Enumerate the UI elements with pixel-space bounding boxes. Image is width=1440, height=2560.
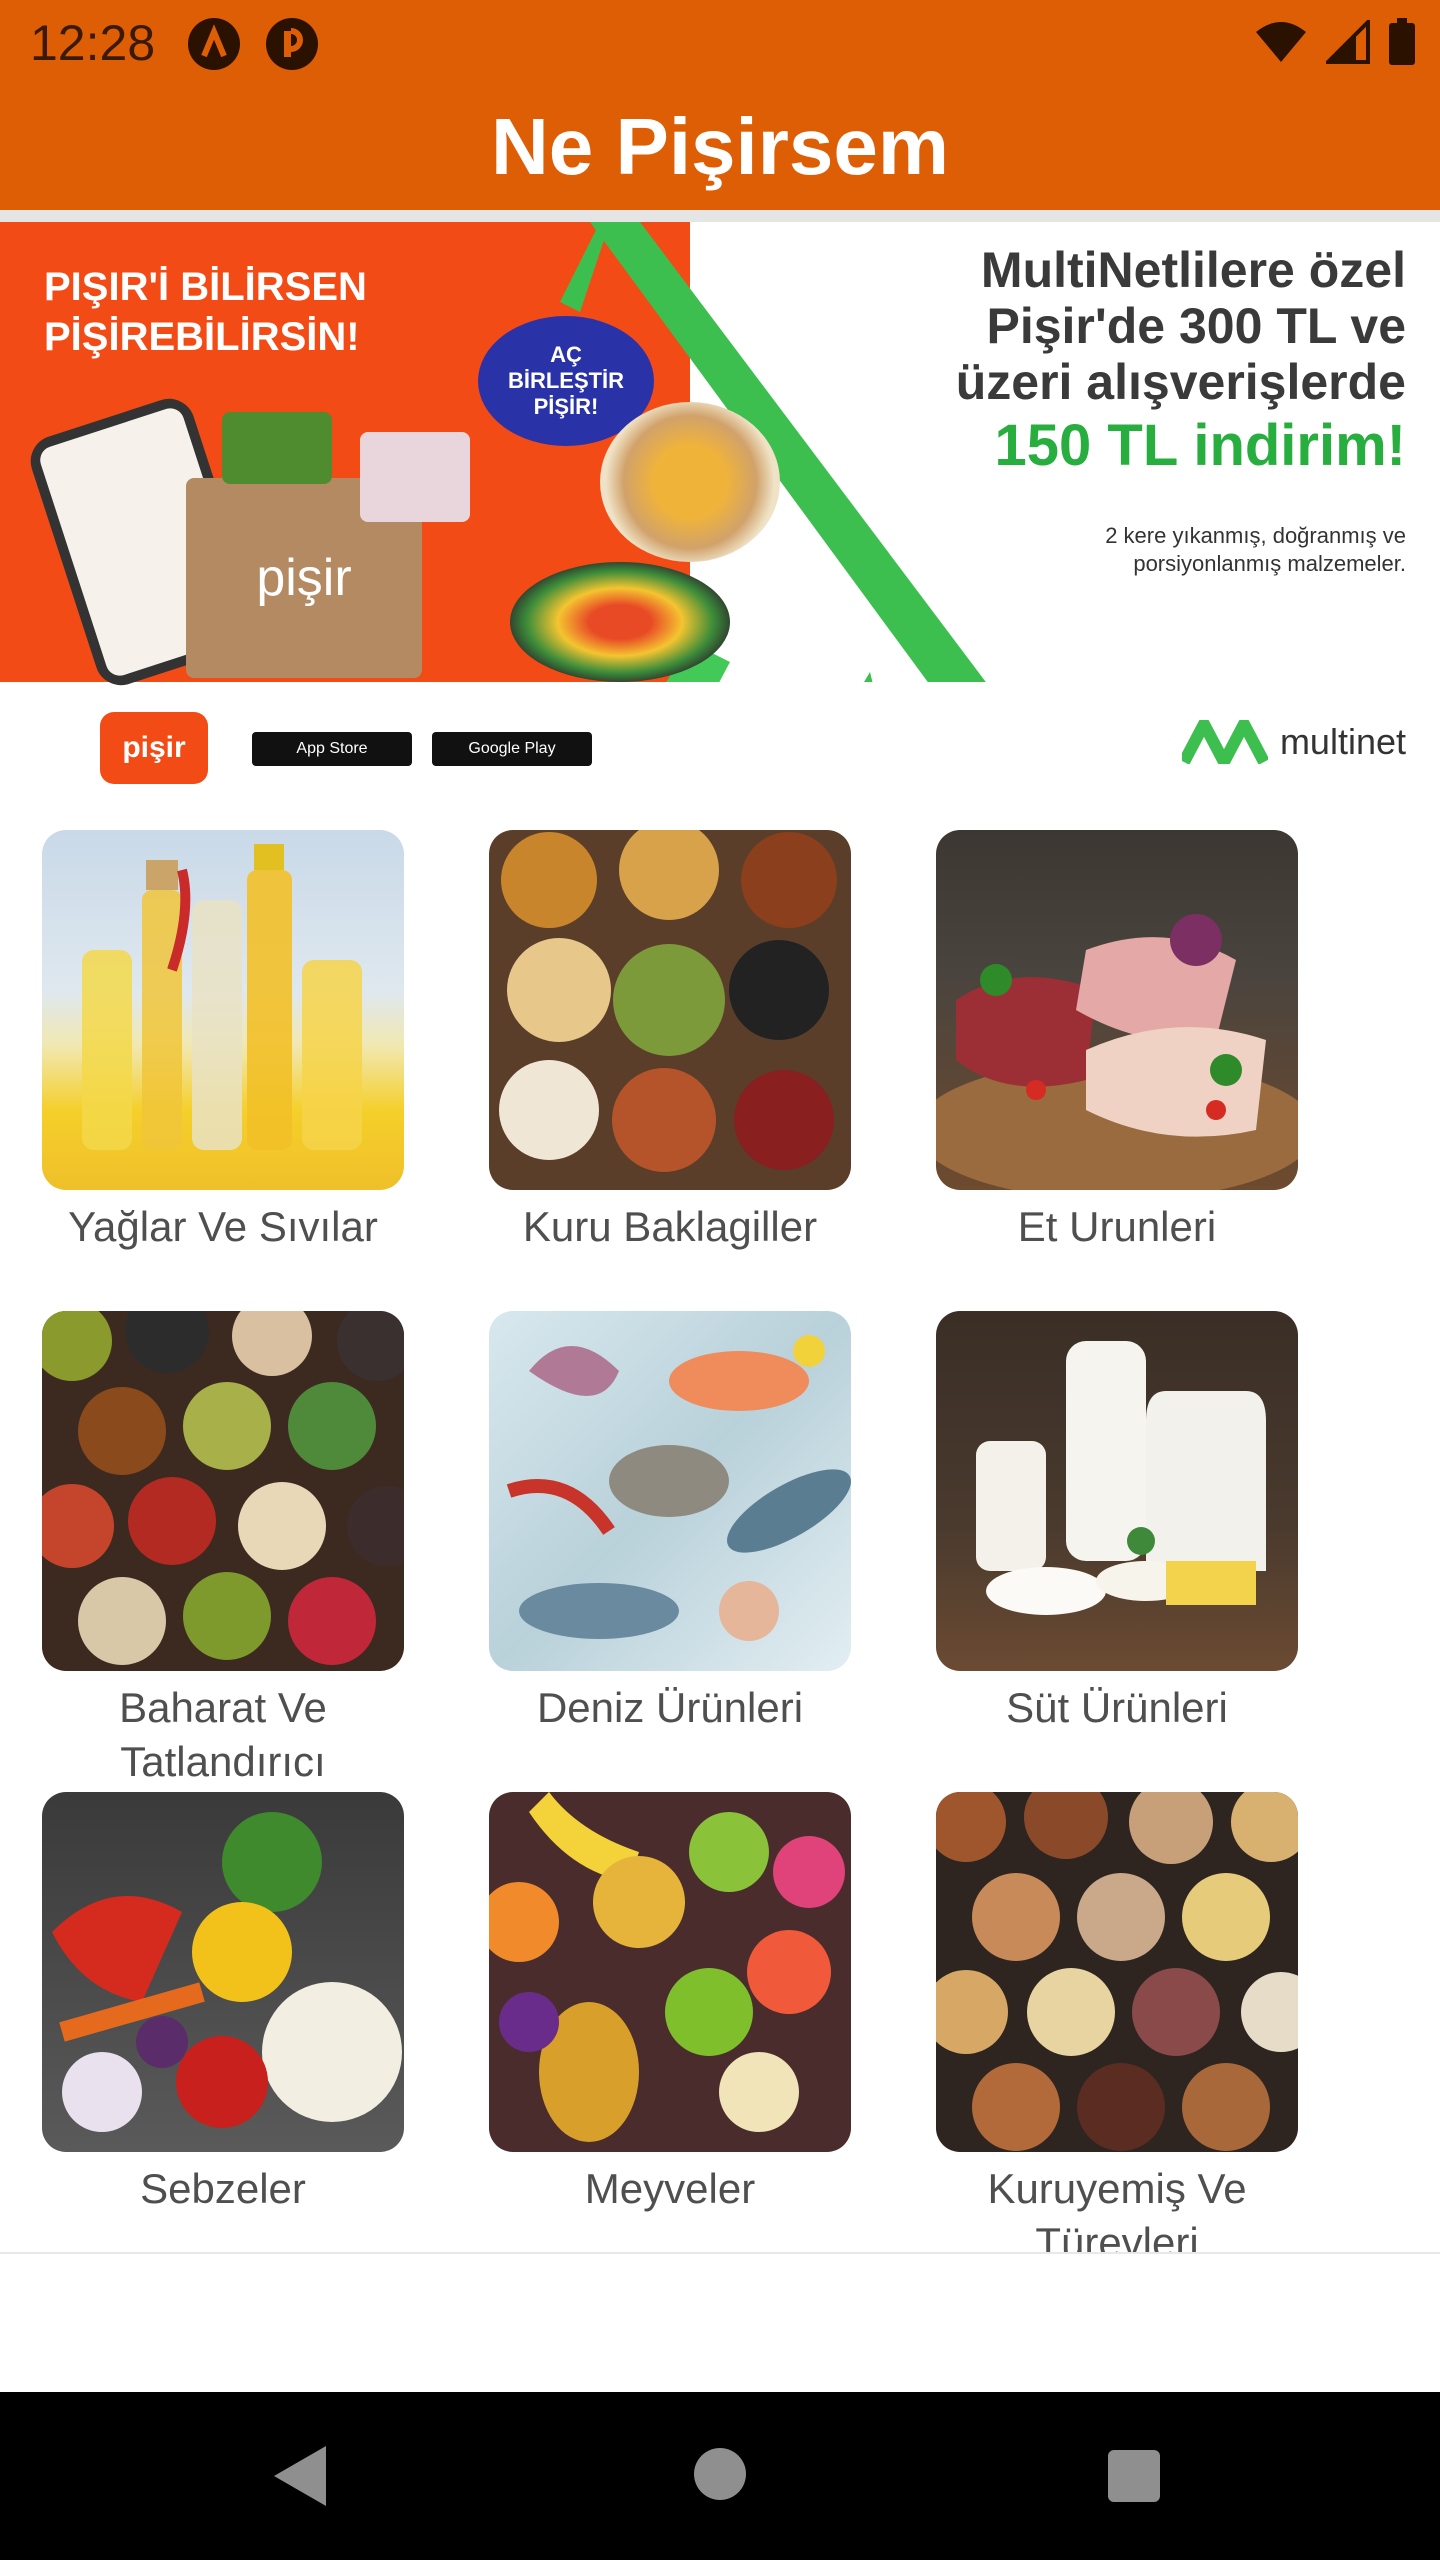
page-title: Ne Pişirsem [490, 102, 950, 191]
category-label: Sebzeler [140, 2165, 306, 2212]
banner-headline-line1: PIŞIR'İ BİLİRSEN [44, 265, 367, 309]
category-tile[interactable]: Yağlar Ve Sıvılar [42, 830, 404, 1254]
google-play-badge: Google Play [432, 732, 592, 766]
badge-line2: BİRLEŞTİR [507, 368, 625, 393]
status-bar: 12:28 [0, 0, 1440, 84]
category-tile[interactable]: Et Urunleri [936, 830, 1298, 1254]
offer-line1: MultiNetlilere özel [980, 242, 1406, 298]
back-icon[interactable] [274, 2446, 326, 2506]
banner-note: 2 kere yıkanmış, doğranmış ve porsiyonla… [1105, 522, 1406, 578]
legumes-image [489, 830, 851, 1190]
herbs-illustration [222, 412, 332, 484]
category-label: Kuru Baklagiller [522, 1203, 818, 1250]
category-label: Et Urunleri [1017, 1203, 1217, 1250]
multinet-logo: multinet [1181, 720, 1406, 764]
meat-image [936, 830, 1298, 1190]
app-store-badge: App Store [252, 732, 412, 766]
dairy-image [936, 1311, 1298, 1671]
battery-icon [1388, 18, 1416, 71]
category-label: Meyveler [584, 2165, 756, 2212]
pisir-logo: pişir [100, 712, 208, 784]
category-tile[interactable]: Deniz Ürünleri [489, 1311, 851, 1735]
category-label: Kuruyemiş Ve Türevleri [987, 2165, 1247, 2252]
app-bar-divider [0, 210, 1440, 222]
system-nav-bar [0, 2392, 1440, 2560]
wifi-icon [1254, 20, 1308, 69]
oils-image [42, 830, 404, 1190]
category-label: Süt Ürünleri [1006, 1684, 1228, 1731]
promo-banner[interactable]: PIŞIR'İ BİLİRSEN PİŞİREBİLİRSİN! AÇ BİRL… [0, 222, 1440, 794]
category-tile[interactable]: Baharat Ve Tatlandırıcı [42, 1311, 404, 1789]
grid-divider [0, 2252, 1440, 2254]
seafood-image [489, 1311, 851, 1671]
banner-headline: PIŞIR'İ BİLİRSEN PİŞİREBİLİRSİN! [44, 262, 367, 362]
category-grid: Yağlar Ve Sıvılar Kuru Baklagiller Et Ur [0, 794, 1440, 2252]
food-plate-2 [510, 562, 730, 682]
banner-offer: MultiNetlilere özel Pişir'de 300 TL ve ü… [956, 242, 1406, 410]
spices-image [42, 1311, 404, 1671]
vegetables-image [42, 1792, 404, 2152]
note-line1: 2 kere yıkanmış, doğranmış ve [1105, 523, 1406, 548]
signal-icon [1323, 17, 1370, 69]
a-circle-icon [188, 18, 240, 70]
recents-icon[interactable] [1108, 2450, 1160, 2502]
p-circle-icon [266, 18, 318, 70]
multinet-mark-icon [1181, 720, 1268, 764]
category-tile[interactable]: Kuru Baklagiller [489, 830, 851, 1254]
food-plate-1 [600, 402, 780, 562]
ingredients-illustration [360, 432, 470, 522]
nuts-image [936, 1792, 1298, 2152]
badge-line1: AÇ [550, 342, 582, 367]
badge-line3: PİŞİR! [533, 394, 599, 419]
category-tile[interactable]: Sebzeler [42, 1792, 404, 2216]
offer-line2: Pişir'de 300 TL ve [986, 298, 1406, 354]
banner-discount: 150 TL indirim! [994, 413, 1406, 478]
status-time: 12:28 [30, 15, 156, 71]
multinet-logo-text: multinet [1279, 721, 1406, 762]
bag-text: pişir [256, 549, 352, 607]
category-label: Yağlar Ve Sıvılar [68, 1203, 378, 1250]
banner-headline-line2: PİŞİREBİLİRSİN! [44, 315, 360, 359]
category-tile[interactable]: Meyveler [489, 1792, 851, 2216]
category-tile[interactable]: Kuruyemiş Ve Türevleri [936, 1792, 1298, 2252]
category-label: Baharat Ve Tatlandırıcı [119, 1684, 327, 1785]
category-tile[interactable]: Süt Ürünleri [936, 1311, 1298, 1735]
home-icon[interactable] [694, 2448, 746, 2500]
note-line2: porsiyonlanmış malzemeler. [1133, 551, 1406, 576]
offer-line3: üzeri alışverişlerde [955, 354, 1406, 410]
category-label: Deniz Ürünleri [536, 1684, 804, 1731]
app-bar: Ne Pişirsem [0, 84, 1440, 210]
fruits-image [489, 1792, 851, 2152]
